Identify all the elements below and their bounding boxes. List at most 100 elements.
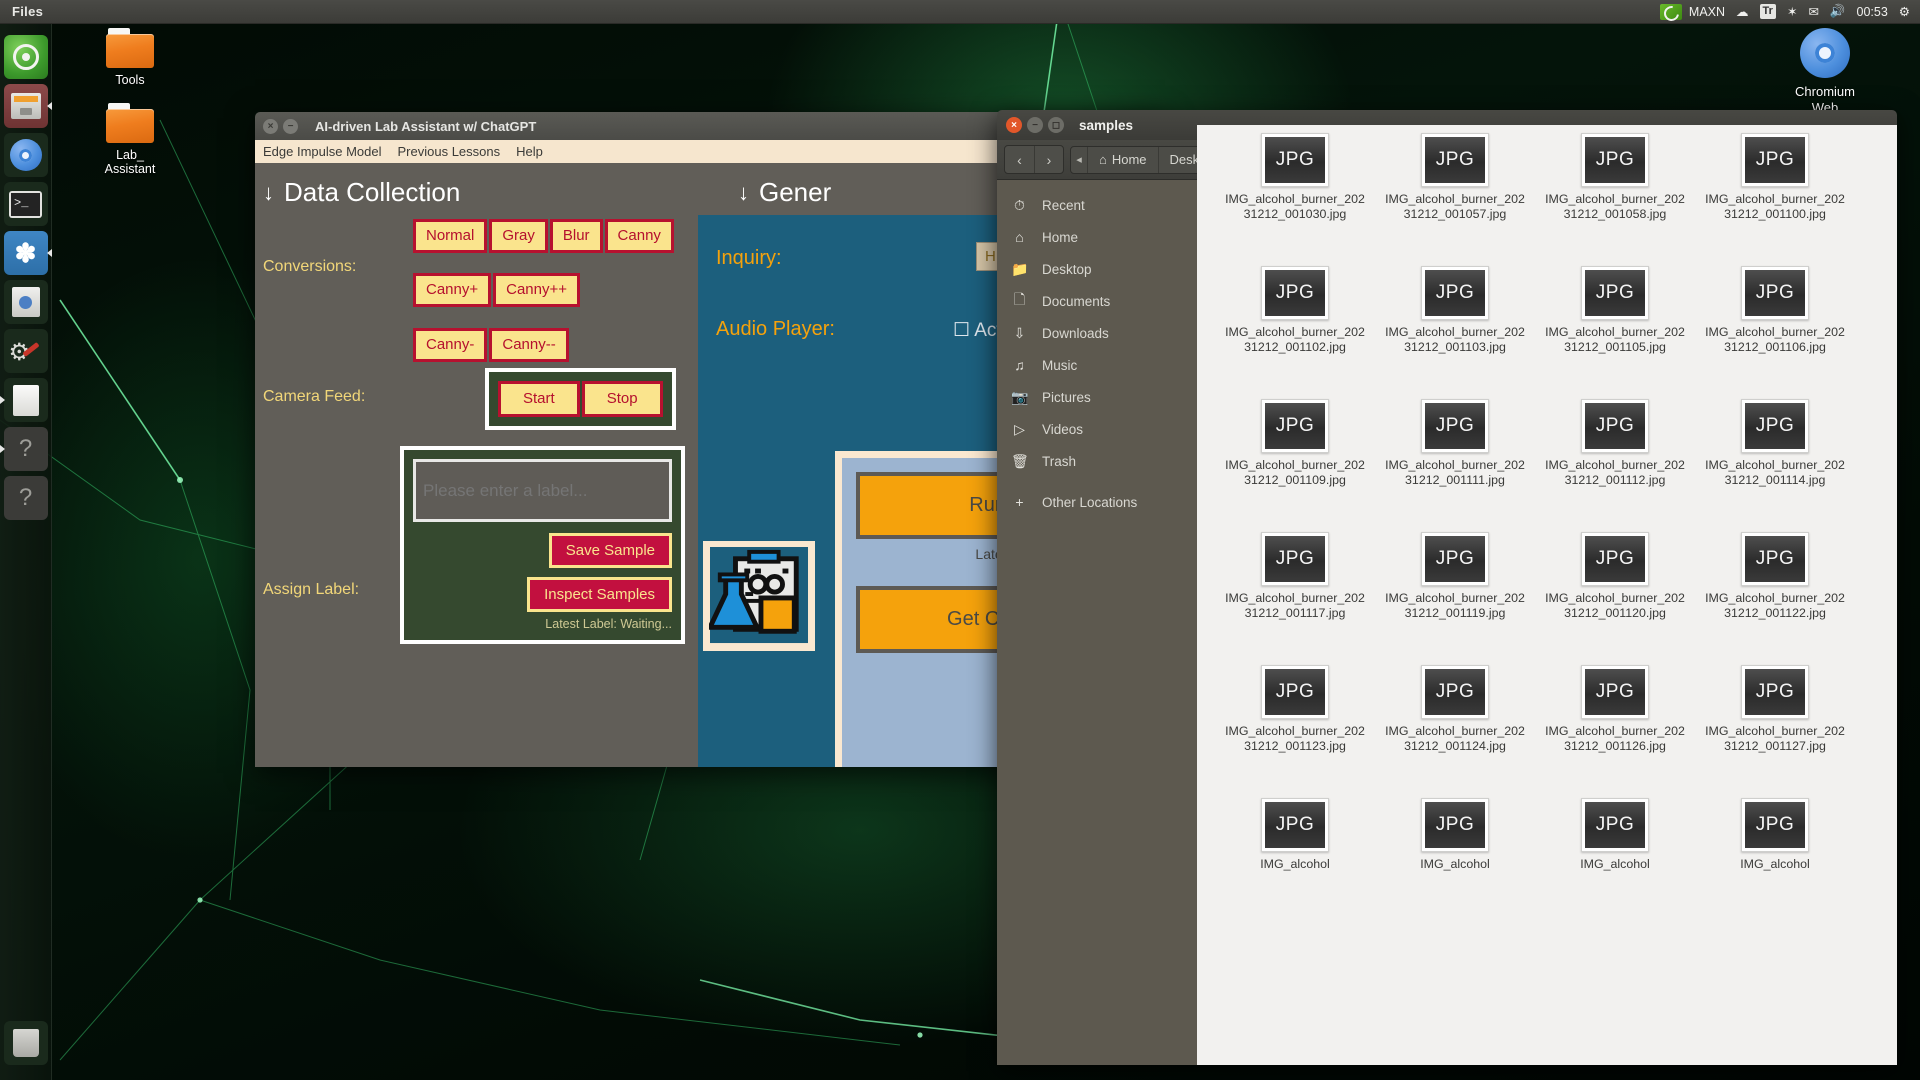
jpg-badge-label: JPG [1585, 137, 1645, 183]
jpg-badge-label: JPG [1585, 403, 1645, 449]
menu-item-edge-impulse-model[interactable]: Edge Impulse Model [263, 144, 382, 159]
sidebar-item-music[interactable]: ♫ Music [997, 349, 1197, 381]
forward-button[interactable]: › [1034, 146, 1063, 173]
camera-start-button[interactable]: Start [498, 381, 580, 417]
file-item[interactable]: JPGIMG_alcohol [1215, 798, 1375, 931]
volume-icon[interactable]: 🔊 [1830, 4, 1846, 19]
file-item[interactable]: JPGIMG_alcohol_burner_20231212_001119.jp… [1375, 532, 1535, 665]
assign-label-panel: Save Sample Inspect Samples Latest Label… [400, 446, 685, 644]
file-item[interactable]: JPGIMG_alcohol [1375, 798, 1535, 931]
sidebar-item-downloads[interactable]: ⇩ Downloads [997, 317, 1197, 349]
bluetooth-icon[interactable]: ✶ [1787, 4, 1797, 19]
sidebar-item-other-locations[interactable]: + Other Locations [997, 486, 1197, 518]
file-name-label: IMG_alcohol [1225, 857, 1365, 872]
camera-stop-button[interactable]: Stop [582, 381, 663, 417]
keyboard-layout-indicator[interactable]: Tr [1760, 4, 1776, 19]
file-name-label: IMG_alcohol_burner_20231212_001122.jpg [1705, 591, 1845, 620]
file-item[interactable]: JPGIMG_alcohol_burner_20231212_001120.jp… [1535, 532, 1695, 665]
conversion-button-blur[interactable]: Blur [550, 219, 603, 253]
sidebar-item-home[interactable]: ⌂ Home [997, 221, 1197, 253]
sidebar-item-pictures[interactable]: 📷 Pictures [997, 381, 1197, 413]
launcher-item-text-editor-icon[interactable] [4, 378, 48, 422]
file-item[interactable]: JPGIMG_alcohol_burner_20231212_001058.jp… [1535, 133, 1695, 266]
file-item[interactable]: JPGIMG_alcohol_burner_20231212_001106.jp… [1695, 266, 1855, 399]
launcher-item-trash-icon[interactable] [4, 1021, 48, 1065]
file-item[interactable]: JPGIMG_alcohol_burner_20231212_001123.jp… [1215, 665, 1375, 798]
launcher-item-help-icon[interactable]: ? [4, 427, 48, 471]
conversion-button-canny[interactable]: Canny [605, 219, 674, 253]
launcher-item-chromium-icon[interactable] [4, 133, 48, 177]
conversion-button-canny-minusminus[interactable]: Canny-- [489, 328, 568, 362]
conversion-button-canny-plus[interactable]: Canny+ [413, 273, 491, 307]
launcher-item-system-settings-icon[interactable]: ⚙ [4, 329, 48, 373]
file-item[interactable]: JPGIMG_alcohol_burner_20231212_001030.jp… [1215, 133, 1375, 266]
back-button[interactable]: ‹ [1005, 146, 1034, 173]
launcher-item-software-center-icon[interactable] [4, 280, 48, 324]
launcher-item-ubuntu-dash-icon[interactable] [4, 35, 48, 79]
file-item[interactable]: JPGIMG_alcohol_burner_20231212_001100.jp… [1695, 133, 1855, 266]
jpg-badge-label: JPG [1425, 802, 1485, 848]
wifi-icon[interactable]: ☁ [1736, 4, 1749, 19]
sidebar-item-recent[interactable]: ⏱ Recent [997, 189, 1197, 221]
file-item[interactable]: JPGIMG_alcohol_burner_20231212_001124.jp… [1375, 665, 1535, 798]
folder-icon [106, 28, 154, 68]
desktop-icon-chromium-web[interactable]: Chromium Web [1770, 28, 1880, 116]
launcher-item-terminal-icon[interactable]: >_ [4, 182, 48, 226]
file-item[interactable]: JPGIMG_alcohol_burner_20231212_001126.jp… [1535, 665, 1695, 798]
minimize-icon[interactable]: − [283, 119, 298, 134]
close-icon[interactable]: × [263, 119, 278, 134]
chromium-label-line1: Chromium [1770, 84, 1880, 100]
desktop-folder-lab-assistant[interactable]: Lab_ Assistant [84, 103, 176, 176]
file-item[interactable]: JPGIMG_alcohol [1535, 798, 1695, 931]
conversion-button-canny-minus[interactable]: Canny- [413, 328, 487, 362]
file-item[interactable]: JPGIMG_alcohol_burner_20231212_001122.jp… [1695, 532, 1855, 665]
files-icon-grid[interactable]: JPGIMG_alcohol_burner_20231212_001030.jp… [1197, 125, 1897, 1065]
sidebar-item-documents[interactable]: 🗋 Documents [997, 285, 1197, 317]
file-item[interactable]: JPGIMG_alcohol_burner_20231212_001117.jp… [1215, 532, 1375, 665]
sidebar-item-videos[interactable]: ▷ Videos [997, 413, 1197, 445]
launcher-item-vscode-icon[interactable]: ✽ [4, 231, 48, 275]
mail-icon[interactable]: ✉ [1808, 4, 1818, 19]
panel-app-name[interactable]: Files [12, 4, 43, 19]
file-item[interactable]: JPGIMG_alcohol_burner_20231212_001103.jp… [1375, 266, 1535, 399]
launcher-item-help-icon-2[interactable]: ? [4, 476, 48, 520]
conversion-button-canny-plusplus[interactable]: Canny++ [493, 273, 580, 307]
label-input[interactable] [413, 459, 672, 522]
nvidia-power-indicator[interactable]: MAXN [1660, 4, 1725, 20]
chromium-icon [1800, 28, 1850, 78]
breadcrumb-item-home[interactable]: ⌂ Home [1087, 147, 1158, 173]
minimize-icon[interactable]: − [1027, 117, 1043, 133]
file-item[interactable]: JPGIMG_alcohol_burner_20231212_001112.jp… [1535, 399, 1695, 532]
sidebar-item-trash[interactable]: 🗑 Trash [997, 445, 1197, 477]
desktop-folder-tools[interactable]: Tools [84, 28, 176, 87]
file-item[interactable]: JPGIMG_alcohol_burner_20231212_001057.jp… [1375, 133, 1535, 266]
sidebar-item-recent-label: Recent [1042, 198, 1085, 213]
file-item[interactable]: JPGIMG_alcohol_burner_20231212_001114.jp… [1695, 399, 1855, 532]
conversion-button-gray[interactable]: Gray [489, 219, 548, 253]
menu-item-previous-lessons[interactable]: Previous Lessons [398, 144, 501, 159]
file-item[interactable]: JPGIMG_alcohol_burner_20231212_001111.jp… [1375, 399, 1535, 532]
launcher-item-files-icon[interactable] [4, 84, 48, 128]
jpg-badge-label: JPG [1265, 137, 1325, 183]
jpg-badge-label: JPG [1745, 403, 1805, 449]
inspect-samples-button[interactable]: Inspect Samples [527, 577, 672, 612]
down-arrow-icon: ↓ [263, 180, 274, 206]
desktop-folder-tools-label: Tools [84, 73, 176, 87]
save-sample-button[interactable]: Save Sample [549, 533, 672, 568]
menu-item-help[interactable]: Help [516, 144, 543, 159]
file-item[interactable]: JPGIMG_alcohol_burner_20231212_001127.jp… [1695, 665, 1855, 798]
sidebar-item-desktop[interactable]: 📁 Desktop [997, 253, 1197, 285]
file-item[interactable]: JPGIMG_alcohol_burner_20231212_001105.jp… [1535, 266, 1695, 399]
file-item[interactable]: JPGIMG_alcohol_burner_20231212_001102.jp… [1215, 266, 1375, 399]
file-name-label: IMG_alcohol_burner_20231212_001106.jpg [1705, 325, 1845, 354]
folder-icon [106, 103, 154, 143]
breadcrumb-prev-button[interactable]: ◂ [1071, 147, 1087, 173]
conversion-button-normal[interactable]: Normal [413, 219, 487, 253]
launcher-pip-left-editor [0, 396, 5, 404]
file-item[interactable]: JPGIMG_alcohol_burner_20231212_001109.jp… [1215, 399, 1375, 532]
maximize-icon[interactable]: ◻ [1048, 117, 1064, 133]
file-item[interactable]: JPGIMG_alcohol [1695, 798, 1855, 931]
system-menu-icon[interactable]: ⚙ [1899, 4, 1910, 19]
close-icon[interactable]: × [1006, 117, 1022, 133]
clock[interactable]: 00:53 [1857, 5, 1888, 19]
